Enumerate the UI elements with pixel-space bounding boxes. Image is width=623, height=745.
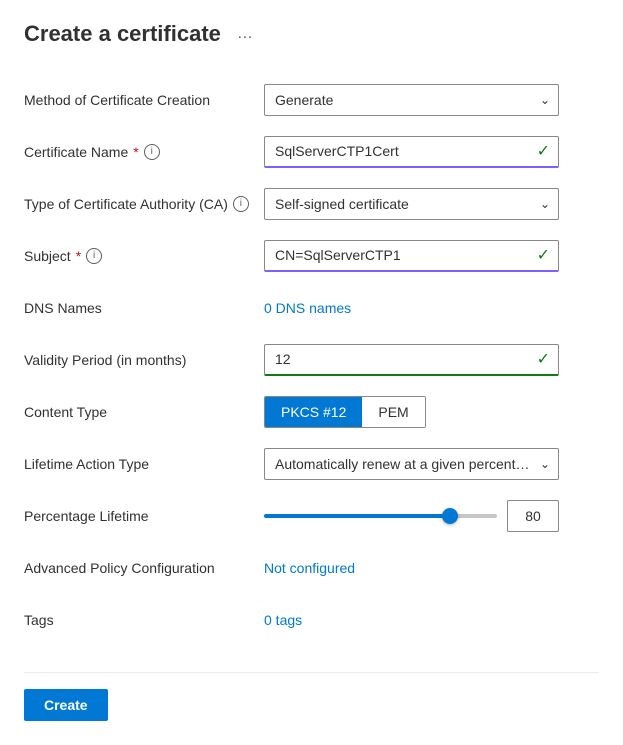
form-row-method: Method of Certificate Creation Generate … [24, 76, 599, 124]
cert-name-value: SqlServerCTP1Cert [275, 143, 533, 159]
page-header: Create a certificate … [24, 20, 599, 48]
subject-info-icon[interactable]: i [86, 248, 102, 264]
form-footer: Create [24, 672, 599, 721]
label-subject-text: Subject [24, 248, 71, 264]
label-validity-text: Validity Period (in months) [24, 352, 186, 368]
page-title: Create a certificate [24, 21, 221, 47]
control-lifetime-action: Automatically renew at a given percentag… [264, 448, 599, 480]
page-container: Create a certificate … Method of Certifi… [0, 0, 623, 745]
label-percentage: Percentage Lifetime [24, 508, 264, 524]
toggle-pem[interactable]: PEM [362, 397, 424, 427]
form-row-advanced-policy: Advanced Policy Configuration Not config… [24, 544, 599, 592]
ca-type-chevron-icon: ⌄ [540, 197, 550, 211]
label-content-type: Content Type [24, 404, 264, 420]
method-dropdown-value: Generate [275, 92, 534, 108]
cert-name-check-icon: ✓ [537, 141, 550, 161]
form-row-tags: Tags 0 tags [24, 596, 599, 644]
form-row-cert-name: Certificate Name * i SqlServerCTP1Cert ✓ [24, 128, 599, 176]
control-validity: 12 ✓ [264, 344, 599, 376]
control-cert-name: SqlServerCTP1Cert ✓ [264, 136, 599, 168]
ellipsis-button[interactable]: … [231, 20, 259, 48]
control-ca-type: Self-signed certificate ⌄ [264, 188, 599, 220]
subject-required: * [76, 248, 81, 264]
label-ca-type: Type of Certificate Authority (CA) i [24, 196, 264, 212]
lifetime-action-value: Automatically renew at a given percentag… [275, 456, 534, 472]
dns-names-link[interactable]: 0 DNS names [264, 300, 351, 316]
label-method-text: Method of Certificate Creation [24, 92, 210, 108]
control-subject: CN=SqlServerCTP1 ✓ [264, 240, 599, 272]
form-row-validity: Validity Period (in months) 12 ✓ [24, 336, 599, 384]
form-row-lifetime-action: Lifetime Action Type Automatically renew… [24, 440, 599, 488]
percentage-value: 80 [507, 500, 559, 532]
label-advanced-policy-text: Advanced Policy Configuration [24, 560, 215, 576]
label-percentage-text: Percentage Lifetime [24, 508, 149, 524]
lifetime-action-dropdown[interactable]: Automatically renew at a given percentag… [264, 448, 559, 480]
cert-name-input[interactable]: SqlServerCTP1Cert ✓ [264, 136, 559, 168]
control-dns: 0 DNS names [264, 300, 599, 316]
ca-type-info-icon[interactable]: i [233, 196, 249, 212]
lifetime-action-chevron-icon: ⌄ [540, 457, 550, 471]
label-cert-name-text: Certificate Name [24, 144, 128, 160]
label-cert-name: Certificate Name * i [24, 144, 264, 160]
form-row-ca-type: Type of Certificate Authority (CA) i Sel… [24, 180, 599, 228]
form-row-dns: DNS Names 0 DNS names [24, 284, 599, 332]
control-advanced-policy: Not configured [264, 560, 599, 576]
control-method: Generate ⌄ [264, 84, 599, 116]
label-ca-type-text: Type of Certificate Authority (CA) [24, 196, 228, 212]
slider-container: 80 [264, 500, 559, 532]
label-lifetime-action: Lifetime Action Type [24, 456, 264, 472]
label-advanced-policy: Advanced Policy Configuration [24, 560, 264, 576]
subject-value: CN=SqlServerCTP1 [275, 247, 533, 263]
form-section: Method of Certificate Creation Generate … [24, 76, 599, 644]
validity-check-icon: ✓ [537, 349, 550, 369]
ca-type-dropdown-value: Self-signed certificate [275, 196, 534, 212]
form-row-subject: Subject * i CN=SqlServerCTP1 ✓ [24, 232, 599, 280]
form-row-content-type: Content Type PKCS #12 PEM [24, 388, 599, 436]
form-row-percentage: Percentage Lifetime 80 [24, 492, 599, 540]
label-content-type-text: Content Type [24, 404, 107, 420]
label-validity: Validity Period (in months) [24, 352, 264, 368]
validity-value: 12 [275, 351, 533, 367]
toggle-pkcs12[interactable]: PKCS #12 [265, 397, 362, 427]
label-dns: DNS Names [24, 300, 264, 316]
cert-name-info-icon[interactable]: i [144, 144, 160, 160]
label-tags-text: Tags [24, 612, 54, 628]
control-percentage: 80 [264, 500, 599, 532]
control-tags: 0 tags [264, 612, 599, 628]
subject-input[interactable]: CN=SqlServerCTP1 ✓ [264, 240, 559, 272]
method-dropdown[interactable]: Generate ⌄ [264, 84, 559, 116]
cert-name-required: * [133, 144, 138, 160]
label-lifetime-action-text: Lifetime Action Type [24, 456, 149, 472]
create-button[interactable]: Create [24, 689, 108, 721]
control-content-type: PKCS #12 PEM [264, 396, 599, 428]
method-chevron-icon: ⌄ [540, 93, 550, 107]
label-method: Method of Certificate Creation [24, 92, 264, 108]
content-type-toggle: PKCS #12 PEM [264, 396, 426, 428]
validity-input[interactable]: 12 ✓ [264, 344, 559, 376]
label-subject: Subject * i [24, 248, 264, 264]
subject-check-icon: ✓ [537, 245, 550, 265]
label-tags: Tags [24, 612, 264, 628]
not-configured-link[interactable]: Not configured [264, 560, 355, 576]
label-dns-text: DNS Names [24, 300, 102, 316]
ca-type-dropdown[interactable]: Self-signed certificate ⌄ [264, 188, 559, 220]
percentage-slider[interactable] [264, 514, 497, 518]
tags-link[interactable]: 0 tags [264, 612, 302, 628]
slider-thumb[interactable] [442, 508, 458, 524]
